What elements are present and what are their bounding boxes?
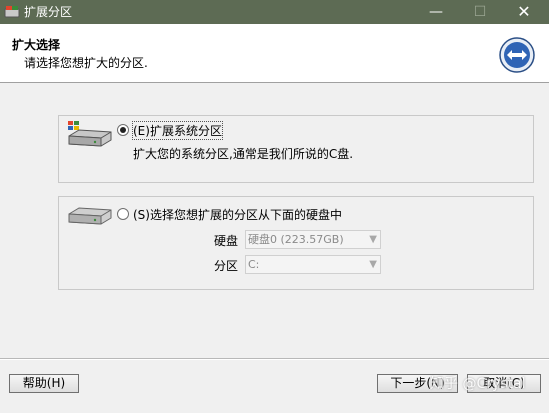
system-partition-radio[interactable] <box>117 124 129 136</box>
help-button[interactable]: 帮助(H) <box>9 374 79 393</box>
partition-select-value: C: <box>248 258 260 271</box>
radio-selected-dot <box>120 127 126 133</box>
watermark: 知乎 @Crystal <box>430 376 526 392</box>
maximize-button[interactable]: ☐ <box>458 0 502 24</box>
select-partition-radio[interactable] <box>117 208 129 220</box>
partition-select[interactable]: C: ▼ <box>245 255 381 274</box>
system-partition-label[interactable]: (E)扩展系统分区 <box>132 121 223 140</box>
app-icon <box>4 6 20 18</box>
chevron-down-icon: ▼ <box>369 234 377 245</box>
disk-field-label: 硬盘 <box>214 234 239 248</box>
system-partition-description: 扩大您的系统分区,通常是我们所说的C盘. <box>133 147 354 161</box>
select-partition-label[interactable]: (S)选择您想扩展的分区从下面的硬盘中 <box>133 206 342 223</box>
footer-divider <box>0 358 549 360</box>
partition-field-label: 分区 <box>214 259 239 273</box>
system-disk-icon <box>68 121 112 147</box>
chevron-down-icon: ▼ <box>369 259 377 270</box>
disk-select[interactable]: 硬盘0 (223.57GB) ▼ <box>245 230 381 249</box>
disk-select-value: 硬盘0 (223.57GB) <box>248 233 344 246</box>
close-button[interactable]: ✕ <box>502 0 546 24</box>
window-title: 扩展分区 <box>24 5 73 19</box>
header-title: 扩大选择 <box>12 38 61 52</box>
hard-disk-icon <box>68 207 112 225</box>
minimize-button[interactable]: — <box>414 0 458 24</box>
resize-arrows-icon <box>499 37 535 73</box>
wizard-header: 扩大选择 请选择您想扩大的分区. <box>0 24 549 83</box>
header-subtitle: 请选择您想扩大的分区. <box>24 56 148 70</box>
title-bar: 扩展分区 — ☐ ✕ <box>0 0 549 24</box>
